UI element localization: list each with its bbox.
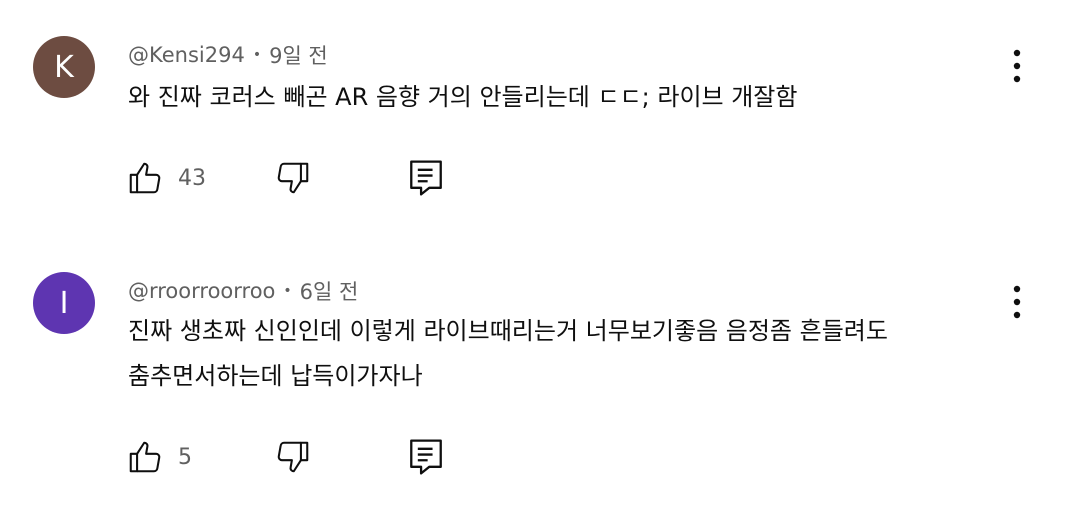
like-count: 43	[178, 165, 206, 191]
comment-author[interactable]: @Kensi294	[128, 43, 245, 67]
avatar[interactable]: I	[33, 272, 95, 334]
comment-text: 와 진짜 코러스 빼곤 AR 음향 거의 안들리는데 ㄷㄷ; 라이브 개잘함	[128, 83, 798, 111]
like-button[interactable]: 43	[126, 156, 206, 200]
meta-separator: •	[252, 47, 262, 63]
more-options-button[interactable]	[1000, 282, 1034, 322]
comment-actions: 5	[126, 435, 466, 479]
comment-meta: @Kensi294 • 9일 전	[128, 40, 328, 70]
dislike-button[interactable]	[274, 435, 312, 479]
avatar-letter: I	[59, 285, 69, 321]
reply-button[interactable]	[408, 156, 444, 200]
reply-icon	[410, 439, 442, 475]
dislike-button[interactable]	[274, 156, 312, 200]
avatar[interactable]: K	[33, 36, 95, 98]
comment-item: K @Kensi294 • 9일 전 와 진짜 코러스 빼곤 AR 음향 거의 …	[0, 0, 1080, 250]
thumbs-down-icon	[277, 441, 309, 473]
comment-time[interactable]: 9일 전	[269, 40, 328, 70]
meta-separator: •	[283, 283, 292, 299]
thumbs-up-icon	[129, 162, 161, 194]
comment-text: 진짜 생초짜 신인인데 이렇게 라이브때리는거 너무보기좋음 음정좀 흔들려도 …	[128, 317, 888, 390]
comment-item: I @rroorroorroo • 6일 전 진짜 생초짜 신인인데 이렇게 라…	[0, 250, 1080, 514]
comment-meta: @rroorroorroo • 6일 전	[128, 276, 358, 306]
thumbs-down-icon	[277, 162, 309, 194]
comment-author[interactable]: @rroorroorroo	[128, 279, 275, 303]
more-vertical-icon	[1013, 49, 1021, 83]
more-vertical-icon	[1013, 285, 1021, 319]
comment-time[interactable]: 6일 전	[300, 276, 359, 306]
comment-actions: 43	[126, 156, 466, 200]
like-button[interactable]: 5	[126, 435, 192, 479]
more-options-button[interactable]	[1000, 46, 1034, 86]
reply-button[interactable]	[408, 435, 444, 479]
avatar-letter: K	[54, 49, 74, 85]
reply-icon	[410, 160, 442, 196]
thumbs-up-icon	[129, 441, 161, 473]
like-count: 5	[178, 444, 192, 470]
